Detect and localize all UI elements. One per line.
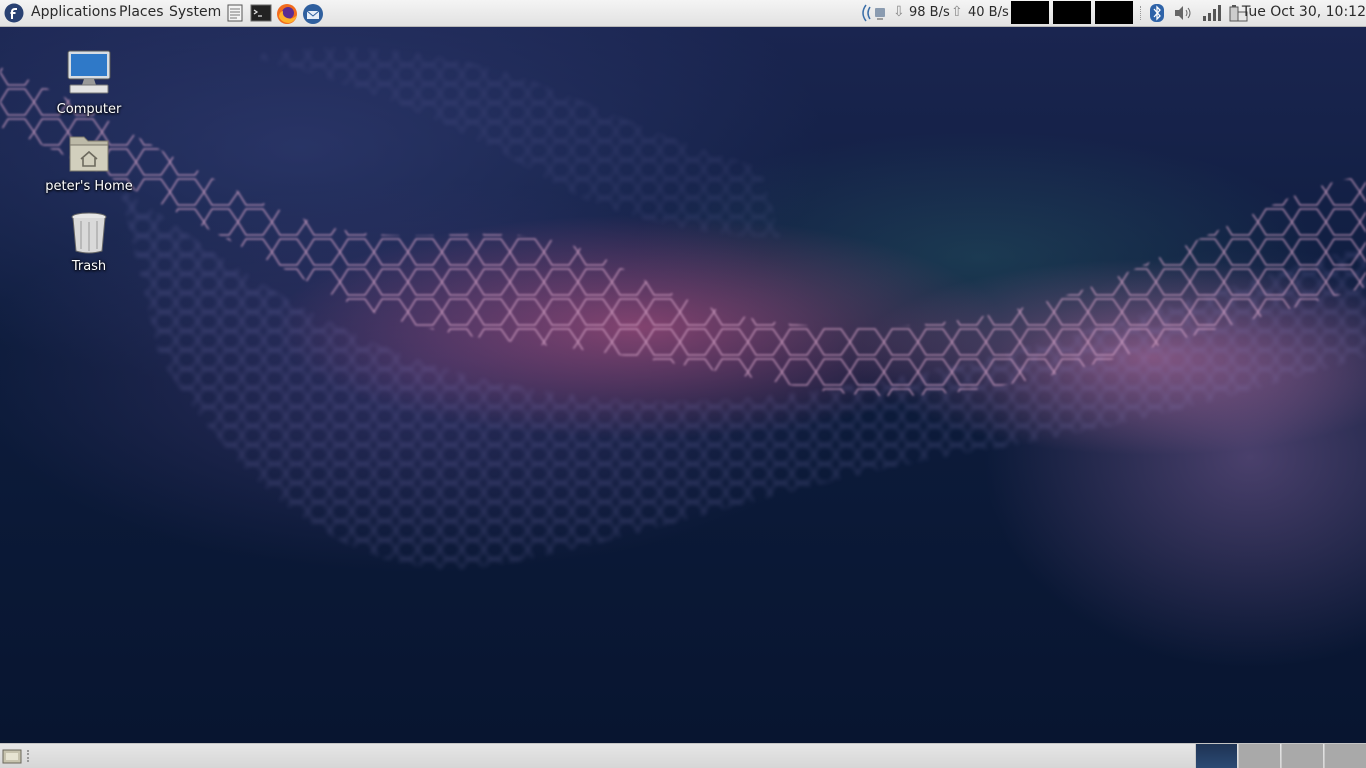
desktop-icon-label: Computer bbox=[56, 102, 122, 117]
desktop-icon-home[interactable]: peter's Home bbox=[34, 131, 144, 194]
upload-arrow-icon: ⇧ bbox=[951, 4, 963, 20]
system-monitor-network-graph[interactable] bbox=[1095, 1, 1133, 24]
workspace-4[interactable] bbox=[1324, 744, 1366, 768]
top-panel: Applications Places System ⇩ 98 B/s ⇧ 40… bbox=[0, 0, 1366, 27]
download-arrow-icon: ⇩ bbox=[893, 4, 905, 20]
terminal-icon[interactable] bbox=[250, 3, 272, 23]
thunderbird-icon[interactable] bbox=[302, 3, 323, 24]
applications-menu[interactable]: Applications bbox=[31, 0, 117, 26]
firefox-icon[interactable] bbox=[276, 3, 297, 24]
system-monitor-cpu-graph[interactable] bbox=[1011, 1, 1049, 24]
desktop-background bbox=[0, 27, 1366, 743]
upload-rate: 40 B/s bbox=[968, 5, 1009, 20]
clock[interactable]: Tue Oct 30, 10:12 bbox=[1242, 0, 1366, 25]
text-editor-icon[interactable] bbox=[226, 3, 246, 23]
panel-separator bbox=[1140, 6, 1143, 20]
fedora-logo-icon[interactable] bbox=[4, 3, 24, 23]
download-rate: 98 B/s bbox=[909, 5, 950, 20]
desktop-icon-label: Trash bbox=[71, 259, 107, 274]
desktop-icon-trash[interactable]: Trash bbox=[34, 211, 144, 274]
desktop-icon-computer[interactable]: Computer bbox=[34, 48, 144, 117]
system-menu[interactable]: System bbox=[169, 0, 221, 26]
network-activity-icon[interactable] bbox=[860, 3, 894, 23]
workspace-3[interactable] bbox=[1281, 744, 1323, 768]
trash-icon bbox=[64, 211, 114, 255]
workspace-2[interactable] bbox=[1238, 744, 1280, 768]
show-desktop-icon[interactable] bbox=[2, 748, 22, 764]
desktop-icon-label: peter's Home bbox=[45, 179, 133, 194]
home-folder-icon bbox=[64, 131, 114, 175]
bottom-panel bbox=[0, 743, 1366, 768]
bluetooth-icon[interactable] bbox=[1148, 3, 1166, 23]
volume-icon[interactable] bbox=[1173, 3, 1193, 23]
panel-handle bbox=[27, 750, 29, 762]
computer-icon bbox=[64, 48, 114, 98]
signal-strength-icon[interactable] bbox=[1201, 3, 1223, 23]
wallpaper-mesh bbox=[0, 47, 1366, 569]
places-menu[interactable]: Places bbox=[119, 0, 164, 26]
system-monitor-memory-graph[interactable] bbox=[1053, 1, 1091, 24]
workspace-1[interactable] bbox=[1195, 744, 1237, 768]
